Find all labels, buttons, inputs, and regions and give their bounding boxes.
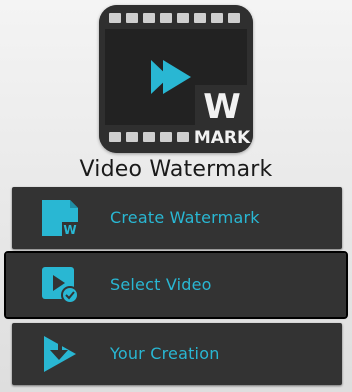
your-creation-label: Your Creation bbox=[110, 344, 220, 363]
logo-letter: W bbox=[203, 87, 241, 127]
your-creation-button[interactable]: Your Creation bbox=[12, 323, 342, 385]
create-watermark-label: Create Watermark bbox=[110, 208, 260, 227]
video-check-icon bbox=[42, 267, 79, 304]
app-logo-icon: W MARK bbox=[99, 5, 253, 153]
select-video-label: Select Video bbox=[110, 275, 212, 294]
app-title: Video Watermark bbox=[79, 157, 273, 182]
select-video-button[interactable]: Select Video bbox=[4, 251, 348, 319]
play-download-icon bbox=[44, 336, 76, 372]
create-watermark-button[interactable]: W Create Watermark bbox=[12, 187, 342, 249]
logo-word: MARK bbox=[194, 128, 251, 148]
watermark-doc-icon: W bbox=[42, 200, 78, 237]
watermark-doc-letter: W bbox=[63, 223, 76, 237]
